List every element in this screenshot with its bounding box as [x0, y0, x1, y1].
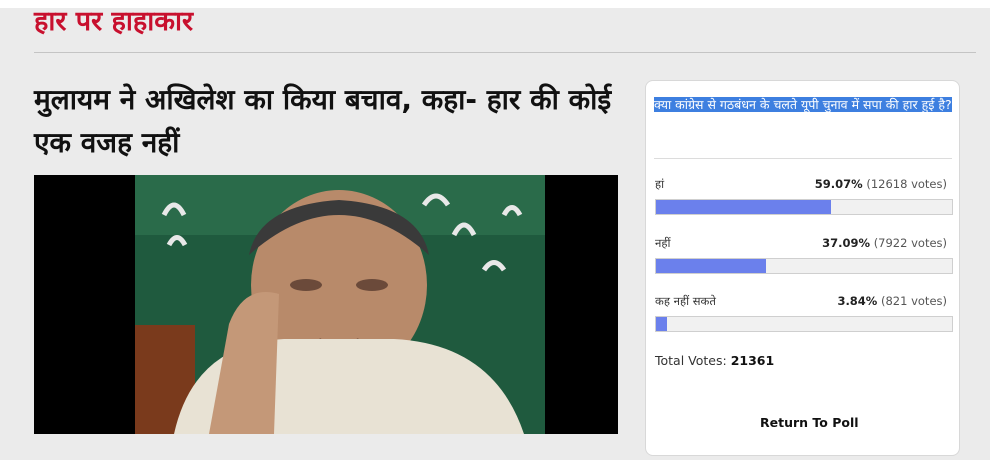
answer-stat: 59.07% (12618 votes)	[815, 177, 947, 191]
answer-stat: 37.09% (7922 votes)	[822, 236, 947, 250]
photo-illustration	[34, 175, 618, 434]
poll-question: क्या कांग्रेस से गठबंधन के चलते यूपी चुन…	[654, 97, 952, 112]
section-title: हार पर हाहाकार	[34, 6, 193, 37]
answer-votes: (7922 votes)	[873, 236, 947, 250]
answer-bar-track	[655, 258, 953, 274]
answer-bar-track	[655, 316, 953, 332]
answer-percent: 37.09%	[822, 236, 871, 250]
poll-answer-no: नहीं 37.09% (7922 votes)	[655, 236, 955, 280]
poll-answer-yes: हां 59.07% (12618 votes)	[655, 177, 955, 221]
answer-label: कह नहीं सकते	[655, 294, 716, 308]
answer-bar-fill	[656, 317, 668, 331]
total-value: 21361	[730, 353, 775, 368]
poll-answer-cant-say: कह नहीं सकते 3.84% (821 votes)	[655, 294, 955, 338]
answer-label: हां	[655, 177, 665, 191]
answer-percent: 3.84%	[837, 294, 878, 308]
total-label: Total Votes:	[655, 353, 727, 368]
answer-stat: 3.84% (821 votes)	[837, 294, 947, 308]
poll-question-divider	[654, 158, 952, 159]
article-photo[interactable]	[34, 175, 618, 434]
section-divider	[34, 52, 976, 53]
answer-bar-fill	[656, 200, 831, 214]
article-headline[interactable]: मुलायम ने अखिलेश का किया बचाव, कहा- हार …	[34, 78, 624, 164]
answer-votes: (12618 votes)	[866, 177, 947, 191]
answer-bar-fill	[656, 259, 766, 273]
answer-percent: 59.07%	[814, 177, 863, 191]
return-to-poll-link[interactable]: Return To Poll	[760, 415, 859, 430]
answer-votes: (821 votes)	[881, 294, 947, 308]
poll-total-votes: Total Votes: 21361	[655, 353, 774, 368]
answer-bar-track	[655, 199, 953, 215]
poll-widget: क्या कांग्रेस से गठबंधन के चलते यूपी चुन…	[645, 80, 960, 456]
answer-label: नहीं	[655, 236, 671, 250]
